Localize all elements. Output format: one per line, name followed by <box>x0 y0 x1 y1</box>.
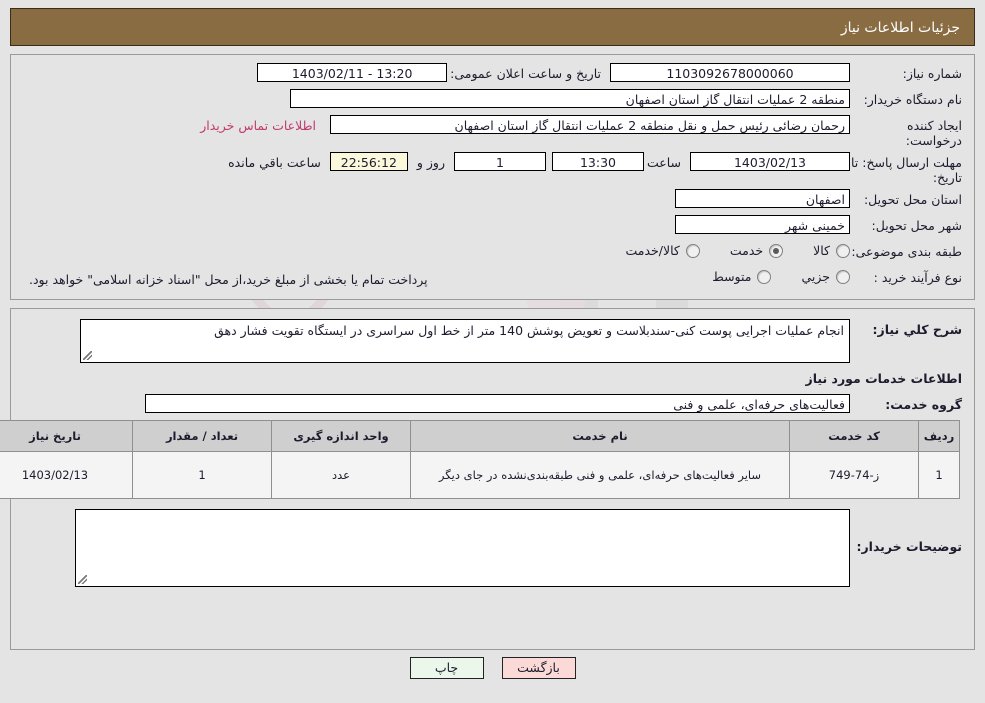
radio-icon[interactable] <box>757 269 772 284</box>
radio-icon[interactable] <box>836 243 850 258</box>
creator-row: ایجاد کننده درخواست: رحمان رضائی رئیس حم… <box>23 115 962 148</box>
table-row: 1 ز-74-749 سایر فعالیت‌های حرفه‌ای، علمی… <box>0 451 960 499</box>
col-quantity: تعداد / مقدار <box>132 420 272 452</box>
service-group-row: گروه خدمت: فعالیت‌های حرفه‌ای، علمی و فن… <box>23 394 962 416</box>
col-service-code: کد خدمت <box>789 420 919 452</box>
deadline-date-value: 1403/02/13 <box>690 152 850 171</box>
buyer-comment-row: توضیحات خریدار: <box>23 509 962 587</box>
city-row: شهر محل تحویل: خمینی شهر <box>23 215 962 237</box>
services-heading: اطلاعات خدمات مورد نیاز <box>805 371 963 386</box>
creator-value: رحمان رضائی رئیس حمل و نقل منطقه 2 عملیا… <box>330 115 850 134</box>
col-radif: ردیف <box>918 420 960 452</box>
category-option-kala[interactable]: کالا <box>813 243 850 258</box>
radio-icon[interactable] <box>685 243 700 258</box>
print-button[interactable]: چاپ <box>409 657 484 679</box>
need-description-textarea[interactable]: انجام عملیات اجرایی پوست کنی-سندبلاست و … <box>80 319 850 363</box>
countdown-suffix-label: ساعت باقي مانده <box>228 155 321 170</box>
details-panel: شرح کلي نیاز: انجام عملیات اجرایی پوست ک… <box>0 308 975 650</box>
remaining-days-value: 1 <box>453 152 546 171</box>
buyer-org-row: نام دستگاه خریدار: منطقه 2 عملیات انتقال… <box>23 89 962 111</box>
need-number-value: 1103092678000060 <box>610 63 850 82</box>
cell-radif: 1 <box>918 451 960 499</box>
radio-icon[interactable] <box>769 243 784 258</box>
process-option-label: متوسط <box>712 269 752 284</box>
buyer-org-label: نام دستگاه خریدار: <box>863 92 962 107</box>
process-option-label: جزیي <box>801 269 830 284</box>
process-option-jozei[interactable]: جزیي <box>801 269 850 284</box>
need-description-label: شرح کلي نیاز: <box>872 322 962 337</box>
buyer-org-value: منطقه 2 عملیات انتقال گاز استان اصفهان <box>290 89 850 108</box>
cell-service-name: سایر فعالیت‌های حرفه‌ای، علمی و فنی طبقه… <box>410 451 790 499</box>
category-label: طبقه بندی موضوعی: <box>851 244 962 259</box>
need-description-row: شرح کلي نیاز: انجام عملیات اجرایی پوست ک… <box>23 319 962 363</box>
announce-label: تاریخ و ساعت اعلان عمومی: <box>450 66 601 81</box>
payment-note: پرداخت تمام یا بخشی از مبلغ خرید،از محل … <box>29 272 428 287</box>
province-label: استان محل تحویل: <box>863 192 962 207</box>
city-value: خمینی شهر <box>675 215 850 234</box>
city-label: شهر محل تحویل: <box>871 218 962 233</box>
need-number-row: شماره نیاز: 1103092678000060 تاریخ و ساع… <box>23 63 962 85</box>
buyer-contact-link[interactable]: اطلاعات تماس خریدار <box>200 115 324 136</box>
days-and-label: روز و <box>416 155 445 170</box>
radio-icon[interactable] <box>836 269 850 284</box>
service-group-label: گروه خدمت: <box>885 397 962 412</box>
buyer-comment-label: توضیحات خریدار: <box>856 539 962 554</box>
creator-label: ایجاد کننده درخواست: <box>905 118 962 148</box>
category-option-khedmat[interactable]: خدمت <box>729 243 784 258</box>
action-button-bar: بازگشت چاپ <box>0 657 985 679</box>
cell-unit: عدد <box>271 451 411 499</box>
category-option-kala-khedmat[interactable]: کالا/خدمت <box>625 243 700 258</box>
process-label: نوع فرآیند خرید : <box>873 270 962 285</box>
services-table: ردیف کد خدمت نام خدمت واحد اندازه گیری ت… <box>0 420 960 499</box>
category-option-label: کالا <box>813 243 830 258</box>
col-service-name: نام خدمت <box>410 420 790 452</box>
deadline-hour-label: ساعت <box>646 155 681 170</box>
col-unit: واحد اندازه گیری <box>271 420 411 452</box>
process-option-motevaset[interactable]: متوسط <box>712 269 772 284</box>
col-need-date: تاریخ نیاز <box>0 420 133 452</box>
back-button[interactable]: بازگشت <box>501 657 576 679</box>
service-group-value: فعالیت‌های حرفه‌ای، علمی و فنی <box>145 394 850 413</box>
page-root: جزئیات اطلاعات نیاز شماره نیاز: 11030926… <box>0 0 985 650</box>
category-option-label: خدمت <box>729 243 764 258</box>
category-option-label: کالا/خدمت <box>625 243 680 258</box>
need-number-label: شماره نیاز: <box>902 66 962 81</box>
table-header-row: ردیف کد خدمت نام خدمت واحد اندازه گیری ت… <box>0 420 960 452</box>
deadline-row: مهلت ارسال پاسخ: تا تاریخ: 1403/02/13 سا… <box>23 152 962 185</box>
deadline-time-value: 13:30 <box>551 152 644 171</box>
countdown-timer: 22:56:12 <box>329 152 408 171</box>
page-title: جزئیات اطلاعات نیاز <box>10 8 975 46</box>
announce-value: 13:20 - 1403/02/11 <box>257 63 448 82</box>
cell-quantity: 1 <box>132 451 272 499</box>
province-value: اصفهان <box>675 189 850 208</box>
process-row: نوع فرآیند خرید : جزیي متوسط پرداخت تمام… <box>23 267 962 290</box>
summary-panel: شماره نیاز: 1103092678000060 تاریخ و ساع… <box>10 54 975 300</box>
buyer-comment-textarea[interactable] <box>75 509 850 587</box>
category-radio-group: کالا خدمت کالا/خدمت <box>595 241 850 258</box>
process-radio-group: جزیي متوسط <box>682 267 850 284</box>
cell-need-date: 1403/02/13 <box>0 451 133 499</box>
category-row: طبقه بندی موضوعی: کالا خدمت کالا/خدمت <box>23 241 962 263</box>
deadline-label: مهلت ارسال پاسخ: تا تاریخ: <box>851 155 962 185</box>
province-row: استان محل تحویل: اصفهان <box>23 189 962 211</box>
cell-service-code: ز-74-749 <box>789 451 919 499</box>
